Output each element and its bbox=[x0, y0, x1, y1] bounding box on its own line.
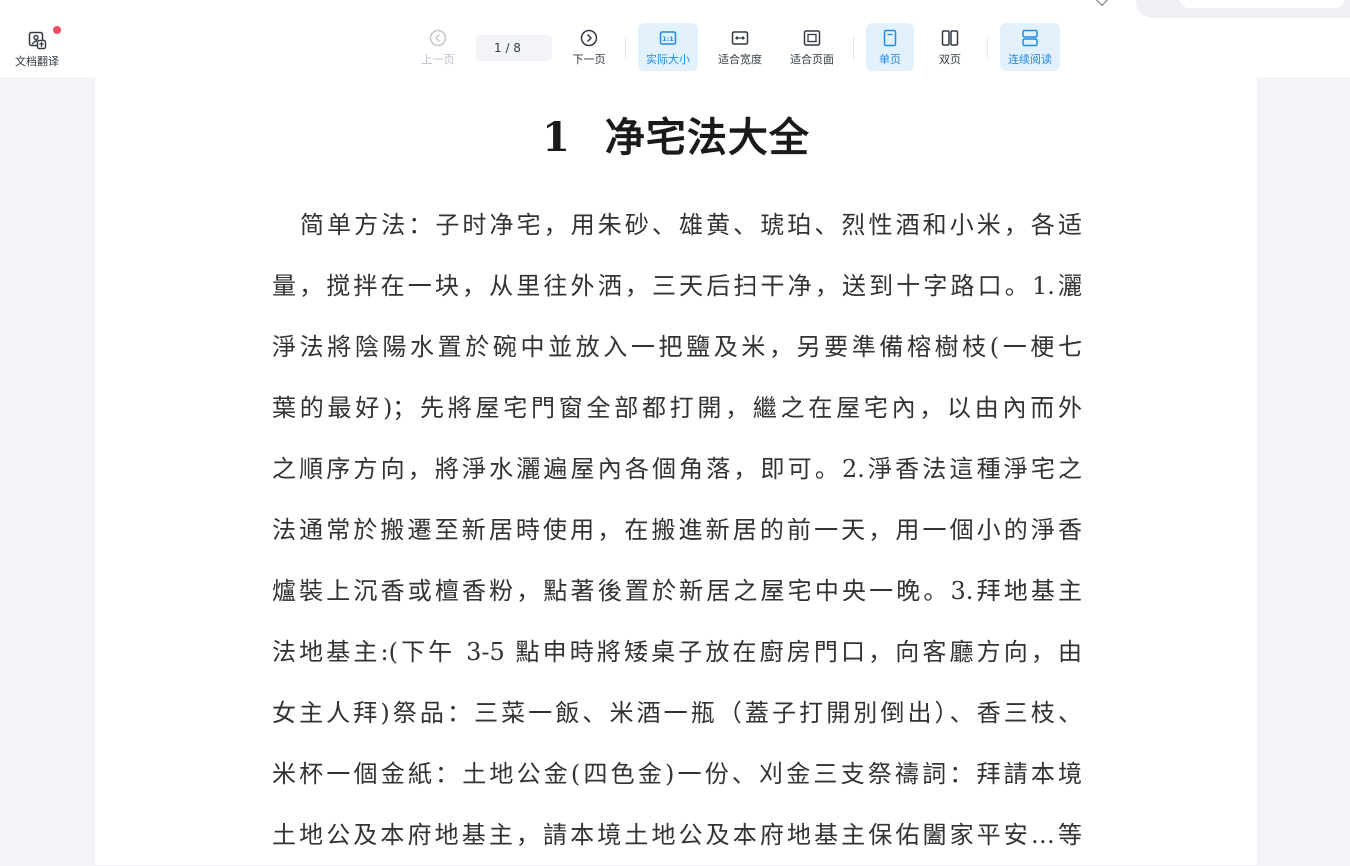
toolbar-divider bbox=[853, 37, 854, 59]
text-line: 米杯一個金紙：土地公金(四色金)一份、刈金三支祭禱詞：拜請本境 bbox=[272, 760, 1082, 788]
title-number: 1 bbox=[542, 114, 571, 161]
fit-width-icon bbox=[731, 30, 749, 45]
translate-icon bbox=[28, 31, 47, 49]
chevron-right-circle-icon bbox=[580, 29, 598, 46]
double-page-label: 双页 bbox=[939, 52, 961, 66]
document-body: 简单方法：子时净宅，用朱砂、雄黄、琥珀、烈性酒和小米，各适 量，搅拌在一块，从里… bbox=[272, 195, 1082, 866]
actual-size-button[interactable]: 1:1 实际大小 bbox=[638, 23, 698, 71]
actual-size-label: 实际大小 bbox=[646, 52, 690, 66]
svg-text:1:1: 1:1 bbox=[662, 34, 674, 42]
translate-label: 文档翻译 bbox=[15, 54, 59, 68]
double-page-icon bbox=[941, 29, 959, 46]
toolbar-divider bbox=[987, 37, 988, 59]
toolbar-divider bbox=[625, 37, 626, 59]
chevron-left-circle-icon bbox=[429, 29, 447, 46]
fit-width-label: 适合宽度 bbox=[718, 52, 762, 66]
document-page: 1 净宅法大全 简单方法：子时净宅，用朱砂、雄黄、琥珀、烈性酒和小米，各适 量，搅… bbox=[95, 77, 1257, 865]
text-line: 之順序方向，將淨水灑遍屋內各個角落，即可。2.淨香法這種淨宅之 bbox=[272, 455, 1082, 483]
text-line: 法通常於搬遷至新居時使用，在搬進新居的前一天，用一個小的淨香 bbox=[272, 516, 1082, 544]
single-page-button[interactable]: 单页 bbox=[866, 23, 914, 71]
single-page-icon bbox=[883, 29, 897, 46]
text-line: 淨法將陰陽水置於碗中並放入一把鹽及米，另要準備榕樹枝(一梗七 bbox=[272, 333, 1082, 361]
text-line: 法地基主:(下午 3-5 點申時將矮桌子放在廚房門口，向客廳方向，由 bbox=[272, 638, 1082, 666]
text-line: 女主人拜)祭品：三菜一飯、米酒一瓶（蓋子打開別倒出）、香三枝、 bbox=[272, 699, 1082, 727]
text-line: 葉的最好)；先將屋宅門窗全部都打開，繼之在屋宅內，以由內而外 bbox=[272, 394, 1082, 422]
page-number-input[interactable]: 1 / 8 bbox=[476, 35, 552, 61]
single-page-label: 单页 bbox=[879, 52, 901, 66]
continuous-reading-icon bbox=[1022, 29, 1038, 46]
next-page-label: 下一页 bbox=[572, 52, 606, 66]
double-page-button[interactable]: 双页 bbox=[926, 23, 974, 71]
title-text: 净宅法大全 bbox=[604, 114, 810, 161]
continuous-reading-button[interactable]: 连续阅读 bbox=[1000, 23, 1060, 71]
fit-width-button[interactable]: 适合宽度 bbox=[709, 23, 771, 71]
fit-page-icon bbox=[803, 29, 821, 46]
top-search-input[interactable] bbox=[1180, 0, 1344, 8]
text-line: 量，搅拌在一块，从里往外洒，三天后扫干净，送到十字路口。1.灑 bbox=[272, 272, 1082, 300]
notification-dot bbox=[53, 26, 61, 34]
prev-page-label: 上一页 bbox=[421, 52, 455, 66]
text-line: 爐裝上沉香或檀香粉，點著後置於新居之屋宅中央一晚。3.拜地基主 bbox=[272, 577, 1082, 605]
fit-page-label: 适合页面 bbox=[790, 52, 834, 66]
actual-size-icon: 1:1 bbox=[659, 30, 677, 45]
text-line: 土地公及本府地基主，請本境土地公及本府地基主保佑闔家平安…等 bbox=[272, 821, 1082, 849]
viewer-toolbar: 文档翻译 上一页 1 / 8 下一页 1:1 实际大小 适合宽度 适合页面 单页… bbox=[0, 20, 1350, 77]
prev-page-button[interactable]: 上一页 bbox=[412, 23, 464, 71]
fit-page-button[interactable]: 适合页面 bbox=[781, 23, 843, 71]
page-title: 1 净宅法大全 bbox=[95, 105, 1257, 163]
next-page-button[interactable]: 下一页 bbox=[563, 23, 615, 71]
continuous-reading-label: 连续阅读 bbox=[1008, 52, 1052, 66]
text-line: 简单方法：子时净宅，用朱砂、雄黄、琥珀、烈性酒和小米，各适 bbox=[300, 211, 1082, 239]
